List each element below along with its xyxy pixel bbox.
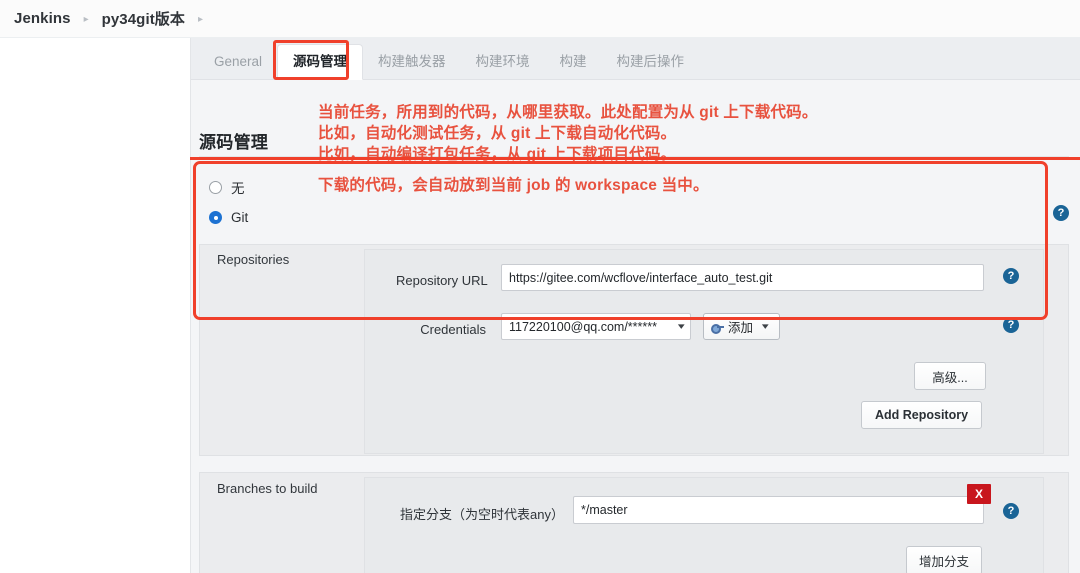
scm-option-git-label: Git (231, 210, 248, 225)
branch-help-icon[interactable]: ? (1003, 503, 1019, 519)
annotation-line-3: 比如，自动编译打包任务，从 git 上下载项目代码。 (318, 142, 676, 164)
annotation-tab-highlight-box (273, 40, 349, 80)
breadcrumb-separator-icon: ▸ (84, 14, 89, 25)
scm-option-none-label: 无 (231, 177, 245, 197)
breadcrumb: Jenkins ▸ py34git版本 ▸ (0, 0, 1080, 38)
tab-post-build-actions[interactable]: 构建后操作 (602, 45, 700, 80)
tab-build-triggers[interactable]: 构建触发器 (363, 45, 461, 80)
advanced-button[interactable]: 高级... (914, 362, 986, 390)
delete-branch-button[interactable]: X (967, 484, 991, 504)
jenkins-job-config-page: Jenkins ▸ py34git版本 ▸ General 源码管理 构建触发器… (0, 0, 1080, 573)
radio-icon-git[interactable] (209, 211, 222, 224)
annotation-line-2: 比如，自动化测试任务，从 git 上下载自动化代码。 (318, 121, 676, 143)
credentials-help-icon[interactable]: ? (1003, 317, 1019, 333)
add-credentials-label: 添加 (728, 317, 753, 336)
chevron-down-icon-add: ▾ (762, 321, 769, 332)
credentials-selected-value: 117220100@qq.com/****** (509, 320, 657, 334)
tab-build-environment[interactable]: 构建环境 (461, 45, 545, 80)
annotation-line-1: 当前任务，所用到的代码，从哪里获取。此处配置为从 git 上下载代码。 (318, 100, 818, 122)
add-branch-button[interactable]: 增加分支 (906, 546, 982, 573)
add-credentials-button[interactable]: 添加 ▾ (703, 313, 780, 340)
key-icon (711, 323, 724, 331)
add-repository-button[interactable]: Add Repository (861, 401, 982, 429)
radio-icon-none[interactable] (209, 181, 222, 194)
credentials-label: Credentials (396, 322, 486, 337)
scm-option-none[interactable]: 无 (209, 177, 245, 197)
branch-specifier-label: 指定分支（为空时代表any） (394, 504, 564, 523)
branch-specifier-input[interactable]: */master (573, 496, 984, 524)
breadcrumb-item-job[interactable]: py34git版本 (102, 8, 185, 29)
chevron-down-icon: ▾ (678, 321, 685, 332)
credentials-select[interactable]: 117220100@qq.com/****** ▾ (501, 313, 691, 340)
repositories-label: Repositories (217, 252, 289, 267)
repository-url-label: Repository URL (396, 273, 486, 288)
branches-label: Branches to build (217, 481, 317, 496)
annotation-underline (190, 157, 1080, 160)
tab-general[interactable]: General (199, 45, 277, 80)
repository-url-input[interactable]: https://gitee.com/wcflove/interface_auto… (501, 264, 984, 291)
repository-url-help-icon[interactable]: ? (1003, 268, 1019, 284)
page-title: 源码管理 (199, 128, 268, 153)
scm-section-help-icon[interactable]: ? (1053, 205, 1069, 221)
annotation-line-4: 下载的代码，会自动放到当前 job 的 workspace 当中。 (318, 173, 709, 195)
tab-build[interactable]: 构建 (545, 45, 602, 80)
scm-option-git[interactable]: Git (209, 210, 248, 225)
breadcrumb-separator-icon-2: ▸ (198, 14, 203, 25)
breadcrumb-item-jenkins[interactable]: Jenkins (14, 10, 71, 27)
